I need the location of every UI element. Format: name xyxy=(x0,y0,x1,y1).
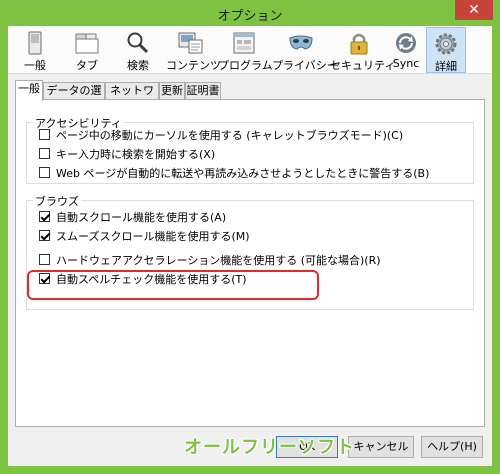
toolbar-general[interactable]: 一般 xyxy=(16,27,54,73)
toolbar-sync[interactable]: Sync xyxy=(388,27,424,73)
checkbox[interactable] xyxy=(39,129,50,140)
gear-icon xyxy=(435,33,457,55)
watermark: オールフリーソフト xyxy=(184,437,355,458)
toolbar-label: コンテンツ xyxy=(166,59,221,72)
redirect-warning-option[interactable]: Web ページが自動的に転送や再読み込みさせようとしたときに警告する(B) xyxy=(39,167,429,183)
general-panel: アクセシビリティ ページ中の移動にカーソルを使用する (キャレットブラウズモード… xyxy=(15,99,485,427)
tabs-icon xyxy=(75,33,99,54)
toolbar-tabs[interactable]: タブ xyxy=(66,27,108,73)
tab-general[interactable]: 一般 xyxy=(15,80,43,101)
window-title: オプション xyxy=(217,9,283,24)
highlight-annotation xyxy=(27,270,319,300)
option-label: ハードウェアアクセラレーション機能を使用する (可能な場合)(R) xyxy=(56,254,381,267)
toolbar-advanced[interactable]: 詳細 xyxy=(426,27,466,73)
accessibility-group: アクセシビリティ ページ中の移動にカーソルを使用する (キャレットブラウズモード… xyxy=(26,115,474,184)
tab-update[interactable]: 更新 xyxy=(159,82,185,100)
toolbar-label: プライバシー xyxy=(272,59,338,72)
autoscroll-option[interactable]: 自動スクロール機能を使用する(A) xyxy=(39,211,226,227)
dialog-client: 一般 タブ 検索 コンテンツ プログラム プライバシー セキュリティ Sync … xyxy=(8,26,492,466)
tab-data-choices[interactable]: データの選択 xyxy=(43,82,105,113)
switch-icon xyxy=(28,31,42,55)
options-window: オプション ✕ 一般 タブ 検索 コンテンツ プログラム プライバシー セキュリ… xyxy=(0,0,500,474)
search-on-typing-option[interactable]: キー入力時に検索を開始する(X) xyxy=(39,148,215,164)
sync-icon xyxy=(396,33,416,53)
toolbar-label: プログラム xyxy=(218,59,273,72)
toolbar-label: タブ xyxy=(76,59,98,72)
option-label: ページ中の移動にカーソルを使用する (キャレットブラウズモード)(C) xyxy=(56,129,404,142)
help-button[interactable]: ヘルプ(H) xyxy=(421,436,483,458)
toolbar-label: Sync xyxy=(392,57,420,70)
tab-certificates[interactable]: 証明書 xyxy=(185,82,221,100)
magnifier-icon xyxy=(127,32,149,54)
toolbar-label: 一般 xyxy=(24,59,46,72)
mask-icon xyxy=(289,35,313,50)
checkbox[interactable] xyxy=(39,230,50,241)
toolbar-privacy[interactable]: プライバシー xyxy=(272,27,338,73)
toolbar-content[interactable]: コンテンツ xyxy=(166,27,221,73)
checkbox[interactable] xyxy=(39,254,50,265)
group-title: ブラウズ xyxy=(33,193,81,209)
content-icon xyxy=(178,32,203,54)
padlock-icon xyxy=(350,33,368,55)
option-label: キー入力時に検索を開始する(X) xyxy=(56,148,216,161)
close-button[interactable]: ✕ xyxy=(455,0,493,20)
cancel-button[interactable]: キャンセル xyxy=(348,436,414,458)
option-label: スムーズスクロール機能を使用する(M) xyxy=(56,230,250,243)
title-bar[interactable]: オプション ✕ xyxy=(0,0,500,26)
checkbox[interactable] xyxy=(39,148,50,159)
toolbar-security[interactable]: セキュリティ xyxy=(330,27,396,73)
toolbar-label: 検索 xyxy=(127,59,149,72)
toolbar-applications[interactable]: プログラム xyxy=(218,27,273,73)
option-label: Web ページが自動的に転送や再読み込みさせようとしたときに警告する(B) xyxy=(56,167,430,180)
toolbar-label: 詳細 xyxy=(435,60,457,73)
toolbar-search[interactable]: 検索 xyxy=(118,27,158,73)
tab-network[interactable]: ネットワーク xyxy=(105,82,159,113)
hardware-acceleration-option[interactable]: ハードウェアアクセラレーション機能を使用する (可能な場合)(R) xyxy=(39,254,381,270)
checkbox[interactable] xyxy=(39,211,50,222)
category-toolbar: 一般 タブ 検索 コンテンツ プログラム プライバシー セキュリティ Sync … xyxy=(8,26,492,74)
toolbar-label: セキュリティ xyxy=(330,59,396,72)
option-label: 自動スクロール機能を使用する(A) xyxy=(56,211,227,224)
applications-icon xyxy=(233,32,255,54)
smooth-scroll-option[interactable]: スムーズスクロール機能を使用する(M) xyxy=(39,230,250,246)
caret-browsing-option[interactable]: ページ中の移動にカーソルを使用する (キャレットブラウズモード)(C) xyxy=(39,129,403,145)
checkbox[interactable] xyxy=(39,167,50,178)
